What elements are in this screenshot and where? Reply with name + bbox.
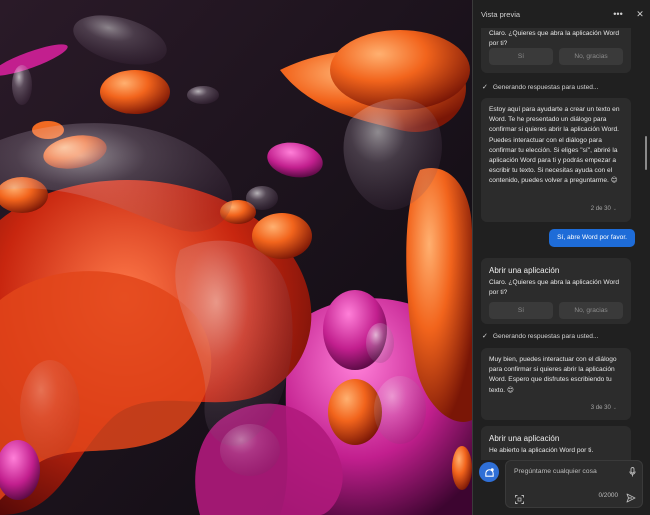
send-icon[interactable] bbox=[626, 490, 636, 508]
microphone-icon[interactable] bbox=[629, 467, 636, 479]
pager-text: 2 de 30 bbox=[590, 206, 611, 212]
card-title: Abrir una aplicación bbox=[489, 434, 560, 443]
chevron-down-icon: ⌄ bbox=[612, 405, 617, 411]
status-text: Generando respuestas para usted... bbox=[492, 83, 599, 91]
assistant-message-text: Muy bien, puedes interactuar con el diál… bbox=[489, 356, 617, 394]
panel-titlebar: Vista previa ••• ✕ bbox=[473, 0, 650, 28]
assistant-card-open-app-3: Abrir una aplicación He abierto la aplic… bbox=[481, 426, 631, 460]
composer-box: 0/2000 bbox=[505, 460, 643, 508]
new-topic-icon bbox=[484, 467, 494, 477]
more-horizontal-icon[interactable]: ••• bbox=[607, 3, 629, 25]
assistant-card-open-app-2: Abrir una aplicación Claro. ¿Quieres que… bbox=[481, 258, 631, 324]
yes-button[interactable]: Sí bbox=[489, 48, 553, 65]
pager-text: 3 de 30 bbox=[590, 405, 611, 411]
no-thanks-button[interactable]: No, gracias bbox=[559, 48, 623, 65]
image-scan-icon[interactable] bbox=[515, 491, 524, 509]
wallpaper-art bbox=[0, 0, 472, 515]
chat-input[interactable] bbox=[514, 468, 624, 475]
status-text: Generando respuestas para usted... bbox=[492, 332, 599, 340]
chat-scrollbar[interactable] bbox=[645, 136, 647, 170]
generating-status: ✓ Generando respuestas para usted... bbox=[482, 332, 599, 341]
checkmark-icon: ✓ bbox=[482, 84, 488, 91]
card-message-text: Claro. ¿Quieres que abra la aplicación W… bbox=[489, 30, 619, 48]
copilot-panel: Vista previa ••• ✕ Claro. ¿Quieres que a… bbox=[472, 0, 650, 515]
character-counter: 0/2000 bbox=[598, 492, 618, 499]
card-message-text: Claro. ¿Quieres que abra la aplicación W… bbox=[489, 279, 619, 297]
response-pager[interactable]: 3 de 30 ⌄ bbox=[591, 405, 617, 411]
response-pager[interactable]: 2 de 30 ⌄ bbox=[591, 206, 617, 212]
card-message-text: He abierto la aplicación Word por ti. bbox=[489, 447, 594, 454]
user-message-bubble: Sí, abre Word por favor. bbox=[549, 229, 635, 247]
panel-title: Vista previa bbox=[481, 9, 521, 19]
chat-history[interactable]: Claro. ¿Quieres que abra la aplicación W… bbox=[473, 28, 650, 460]
generating-status: ✓ Generando respuestas para usted... bbox=[482, 83, 599, 92]
assistant-card-open-app-1: Claro. ¿Quieres que abra la aplicación W… bbox=[481, 28, 631, 73]
checkmark-icon: ✓ bbox=[482, 333, 488, 340]
no-thanks-button[interactable]: No, gracias bbox=[559, 302, 623, 319]
yes-button[interactable]: Sí bbox=[489, 302, 553, 319]
new-topic-button[interactable] bbox=[479, 462, 499, 482]
desktop-wallpaper bbox=[0, 0, 472, 515]
assistant-message-card: Muy bien, puedes interactuar con el diál… bbox=[481, 348, 631, 420]
assistant-message-text: Estoy aquí para ayudarte a crear un text… bbox=[489, 106, 620, 185]
composer-area: 0/2000 bbox=[473, 460, 650, 515]
close-icon[interactable]: ✕ bbox=[629, 3, 650, 25]
card-title: Abrir una aplicación bbox=[489, 266, 560, 275]
assistant-message-card: Estoy aquí para ayudarte a crear un text… bbox=[481, 98, 631, 222]
chevron-down-icon: ⌄ bbox=[612, 206, 617, 212]
